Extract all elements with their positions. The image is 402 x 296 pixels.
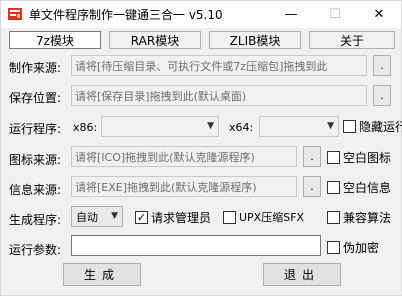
compat-label: 兼容算法 xyxy=(343,211,392,225)
save-label: 保存位置: xyxy=(9,91,62,105)
exit-button[interactable]: 退出 xyxy=(263,263,341,286)
tab-7z[interactable]: 7z模块 xyxy=(9,31,101,49)
save-input[interactable]: 请将[保存目录]拖拽到此(默认桌面) xyxy=(71,85,367,106)
generate-mode-value: 自动 xyxy=(76,211,98,224)
tab-rar[interactable]: RAR模块 xyxy=(109,31,201,49)
params-label: 运行参数: xyxy=(9,243,62,257)
generate-label: 生成程序: xyxy=(9,213,62,227)
request-admin-label: 请求管理员 xyxy=(151,211,212,225)
blank-info-label: 空白信息 xyxy=(343,181,392,195)
tab-about[interactable]: 关于 xyxy=(309,31,395,49)
checkmark-icon: ✓ xyxy=(135,211,148,224)
checkbox-box xyxy=(327,181,340,194)
checkbox-box xyxy=(327,211,340,224)
run-label: 运行程序: xyxy=(9,122,62,136)
close-icon: ✕ xyxy=(373,7,385,22)
blank-info-checkbox[interactable]: 空白信息 xyxy=(327,179,391,196)
fake-encrypt-checkbox[interactable]: 伪加密 xyxy=(327,239,379,256)
source-label: 制作来源: xyxy=(9,61,62,75)
checkbox-box xyxy=(327,241,340,254)
blank-icon-label: 空白图标 xyxy=(343,151,392,165)
checkbox-box xyxy=(327,151,340,164)
blank-icon-checkbox[interactable]: 空白图标 xyxy=(327,149,391,166)
source-browse-button[interactable]: . xyxy=(373,55,391,76)
icon-label: 图标来源: xyxy=(9,153,62,167)
fake-encrypt-label: 伪加密 xyxy=(343,241,380,255)
build-button[interactable]: 生成 xyxy=(63,263,141,286)
chevron-down-icon: ▼ xyxy=(207,121,214,131)
maximize-icon: ☐ xyxy=(329,7,341,22)
chevron-down-icon: ▼ xyxy=(111,211,118,221)
hide-run-checkbox[interactable]: 隐藏运行 xyxy=(343,118,402,135)
x86-label: x86: xyxy=(73,121,98,134)
hide-run-label: 隐藏运行 xyxy=(359,120,402,134)
minimize-icon: — xyxy=(284,7,298,22)
tab-bar: 7z模块 RAR模块 ZLIB模块 关于 xyxy=(9,31,395,49)
window-title: 单文件程序制作一键通三合一 v5.10 xyxy=(29,8,223,22)
source-input[interactable]: 请将[待压缩目录、可执行文件或7z压缩包]拖拽到此 xyxy=(71,55,367,76)
info-input[interactable]: 请将[EXE]拖拽到此(默认克隆源程序) xyxy=(71,176,297,197)
compat-checkbox[interactable]: 兼容算法 xyxy=(327,209,391,226)
title-bar: 单文件程序制作一键通三合一 v5.10 — ☐ ✕ xyxy=(1,1,401,28)
minimize-button[interactable]: — xyxy=(269,1,313,28)
close-button[interactable]: ✕ xyxy=(357,1,401,28)
maximize-button[interactable]: ☐ xyxy=(313,1,357,28)
x64-select[interactable]: ▼ xyxy=(259,116,339,137)
chevron-down-icon: ▼ xyxy=(327,121,334,131)
checkbox-box xyxy=(223,210,236,224)
tab-zlib[interactable]: ZLIB模块 xyxy=(209,31,301,49)
generate-mode-select[interactable]: 自动 ▼ xyxy=(71,206,123,227)
upx-checkbox[interactable]: UPX压缩SFX xyxy=(223,209,304,225)
x86-select[interactable]: ▼ xyxy=(101,116,219,137)
info-label: 信息来源: xyxy=(9,183,62,197)
icon-input[interactable]: 请将[ICO]拖拽到此(默认克隆源程序) xyxy=(71,146,297,167)
save-browse-button[interactable]: . xyxy=(373,85,391,106)
x64-label: x64: xyxy=(229,121,254,134)
info-browse-button[interactable]: . xyxy=(303,176,321,197)
upx-label: UPX压缩SFX xyxy=(239,211,305,224)
icon-browse-button[interactable]: . xyxy=(303,146,321,167)
main-window: 单文件程序制作一键通三合一 v5.10 — ☐ ✕ 7z模块 RAR模块 ZLI… xyxy=(0,0,402,296)
request-admin-checkbox[interactable]: ✓ 请求管理员 xyxy=(135,209,211,226)
params-input[interactable] xyxy=(71,235,321,256)
checkbox-box xyxy=(343,120,356,133)
app-icon xyxy=(8,8,22,20)
